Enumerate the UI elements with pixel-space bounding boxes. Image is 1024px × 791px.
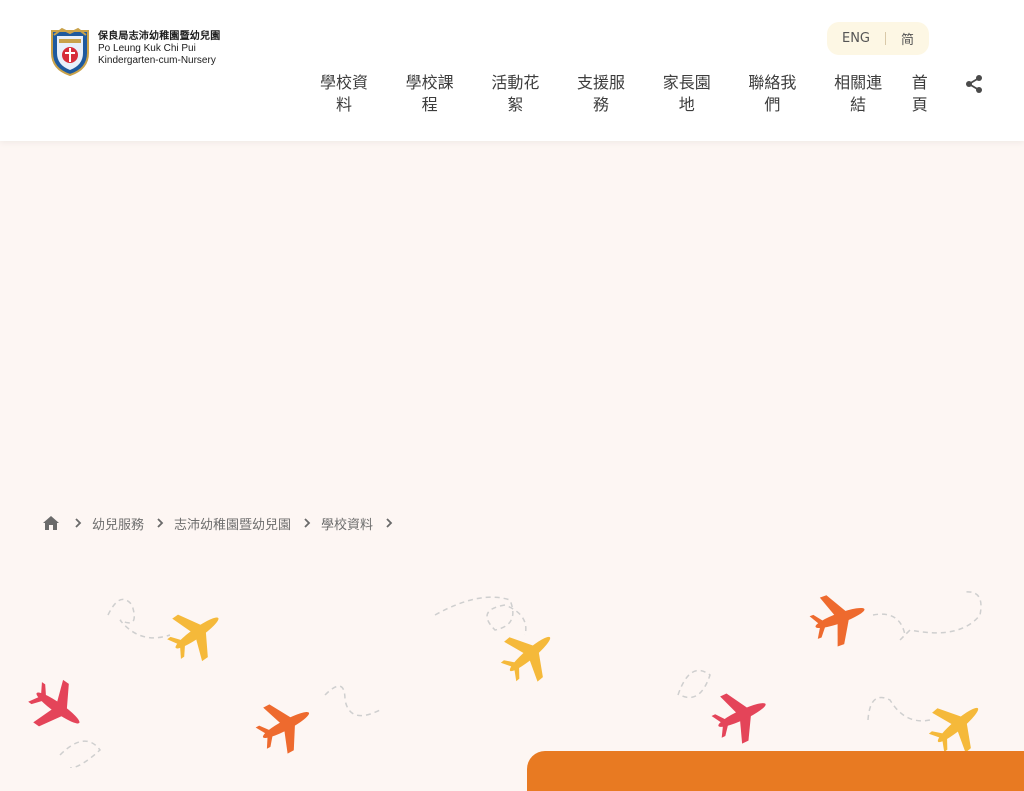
school-name-en-1: Po Leung Kuk Chi Pui [98, 43, 196, 54]
airplane-icon [804, 584, 874, 653]
nav-activities[interactable]: 活動花絮 [483, 72, 547, 122]
school-crest-logo [51, 27, 89, 77]
lang-english-link[interactable]: ENG [842, 31, 870, 46]
chevron-right-icon [75, 518, 82, 528]
school-name-zh: 保良局志沛幼稚園暨幼兒園 [98, 31, 221, 42]
home-icon[interactable] [42, 515, 60, 531]
school-name: 保良局志沛幼稚園暨幼兒園 Po Leung Kuk Chi Pui Kinder… [98, 31, 220, 67]
nav-school-info[interactable]: 學校資料 [312, 72, 376, 122]
nav-home[interactable]: 首頁 [909, 72, 931, 122]
breadcrumb-link-school[interactable]: 志沛幼稚園暨幼兒園 [174, 514, 291, 533]
main-nav: 學校資料 學校課程 活動花絮 支援服務 家長園地 聯絡我們 相關連結 首頁 [312, 72, 931, 122]
airplane-icon [705, 680, 777, 751]
site-header: 保良局志沛幼稚園暨幼兒園 Po Leung Kuk Chi Pui Kinder… [0, 0, 1024, 141]
nav-support[interactable]: 支援服務 [569, 72, 633, 122]
nav-links[interactable]: 相關連結 [826, 72, 890, 122]
nav-curriculum[interactable]: 學校課程 [398, 72, 462, 122]
school-name-en-2: Kindergarten-cum-Nursery [98, 55, 216, 66]
lang-simplified-link[interactable]: 简 [901, 29, 914, 48]
chevron-right-icon [157, 518, 164, 528]
airplane-icon [491, 617, 567, 692]
nav-contact[interactable]: 聯絡我們 [740, 72, 804, 122]
lang-divider [885, 32, 886, 45]
school-logo[interactable]: 保良局志沛幼稚園暨幼兒園 Po Leung Kuk Chi Pui Kinder… [48, 27, 238, 79]
chevron-right-icon [386, 518, 393, 528]
chevron-right-icon [304, 518, 311, 528]
breadcrumb-link-child-services[interactable]: 幼兒服務 [92, 514, 144, 533]
language-switcher: ENG 简 [827, 22, 929, 55]
breadcrumb-current-page[interactable]: 學校資料 [321, 514, 373, 533]
share-icon[interactable] [963, 73, 985, 95]
content-banner [527, 751, 1024, 791]
airplane-icon [20, 670, 95, 745]
breadcrumb: 幼兒服務 志沛幼稚園暨幼兒園 學校資料 [42, 512, 403, 534]
airplane-icon [159, 596, 234, 671]
airplane-decoration [20, 584, 995, 768]
nav-parents[interactable]: 家長園地 [655, 72, 719, 122]
airplane-icon [249, 689, 322, 762]
